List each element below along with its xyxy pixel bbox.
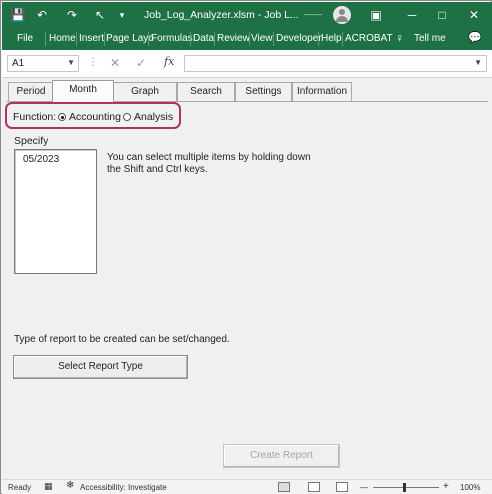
close-icon[interactable]: ✕ <box>466 7 482 23</box>
excel-window: 💾 ↶ ↷ ↖ ▾ Job_Log_Analyzer.xlsm - Job L.… <box>0 0 492 494</box>
accessibility-icon[interactable]: ❄ <box>66 480 74 491</box>
zoom-in-button[interactable]: + <box>443 481 449 492</box>
restore-icon[interactable]: □ <box>434 7 450 23</box>
tab-settings[interactable]: Settings <box>235 82 292 101</box>
zoom-out-button[interactable]: — <box>360 483 368 492</box>
accounting-label[interactable]: Accounting <box>69 111 121 123</box>
page-layout-view-icon[interactable] <box>308 482 320 492</box>
tab-separator <box>273 32 274 46</box>
tab-separator <box>148 32 149 46</box>
cancel-icon[interactable]: ✕ <box>110 56 120 70</box>
tab-search[interactable]: Search <box>177 82 235 101</box>
sheet-stats-icon[interactable]: ▦ <box>44 481 53 492</box>
page-break-view-icon[interactable] <box>336 482 348 492</box>
tab-review[interactable]: Review <box>217 33 250 44</box>
tab-separator <box>190 32 191 46</box>
report-type-description: Type of report to be created can be set/… <box>14 334 230 345</box>
accessibility-status[interactable]: Accessibility: Investigate <box>80 483 167 492</box>
title-bar: 💾 ↶ ↷ ↖ ▾ Job_Log_Analyzer.xlsm - Job L.… <box>2 2 492 28</box>
tab-information[interactable]: Information <box>292 82 352 101</box>
specify-label: Specify <box>14 135 49 147</box>
user-name: –––– <box>304 10 322 19</box>
zoom-slider-thumb[interactable] <box>403 483 406 492</box>
tab-period[interactable]: Period <box>8 82 54 101</box>
tab-insert[interactable]: Insert <box>79 33 104 44</box>
comments-icon[interactable]: 💬 <box>468 31 482 44</box>
enter-icon[interactable]: ✓ <box>136 56 146 70</box>
analysis-label[interactable]: Analysis <box>134 111 173 123</box>
zoom-level[interactable]: 100% <box>460 483 480 492</box>
tab-graph[interactable]: Graph <box>113 82 177 101</box>
undo-icon[interactable]: ↶ <box>34 7 50 23</box>
tab-page-layout[interactable]: Page Layo <box>106 33 154 44</box>
name-box[interactable]: A1 ▼ <box>7 55 79 72</box>
create-report-button[interactable]: Create Report <box>223 444 340 468</box>
tab-separator <box>342 32 343 46</box>
analysis-radio[interactable] <box>123 113 131 121</box>
formula-input[interactable]: ▼ <box>184 55 487 72</box>
tab-home[interactable]: Home <box>49 33 76 44</box>
list-item[interactable]: 05/2023 <box>23 154 59 165</box>
formula-bar: A1 ▼ ⋮ ✕ ✓ fx ▼ <box>2 50 492 78</box>
tab-separator <box>45 32 46 46</box>
ribbon-tabs: File Home Insert Page Layo Formulas Data… <box>2 28 492 50</box>
tab-separator <box>104 32 105 46</box>
function-label: Function: <box>13 111 57 123</box>
expand-formula-bar-icon[interactable]: ▼ <box>474 58 482 67</box>
minimize-icon[interactable]: ─ <box>404 7 420 23</box>
chevron-down-icon[interactable]: ▼ <box>67 58 75 67</box>
redo-icon[interactable]: ↷ <box>64 7 80 23</box>
zoom-slider[interactable] <box>373 487 439 488</box>
tab-separator <box>249 32 250 46</box>
tab-developer[interactable]: Developer <box>276 33 322 44</box>
tab-view[interactable]: View <box>251 33 273 44</box>
tab-help[interactable]: Help <box>321 33 342 44</box>
month-listbox[interactable]: 05/2023 <box>14 149 97 274</box>
status-ready: Ready <box>8 483 32 492</box>
tab-formulas[interactable]: Formulas <box>151 33 193 44</box>
save-icon[interactable]: 💾 <box>10 7 26 23</box>
tab-acrobat[interactable]: ACROBAT <box>345 33 393 44</box>
status-bar: Ready ▦ ❄ Accessibility: Investigate — +… <box>2 479 492 494</box>
formula-bar-grip-icon[interactable]: ⋮ <box>88 57 98 68</box>
pointer-icon[interactable]: ↖ <box>92 7 108 23</box>
tell-me-search[interactable]: Tell me <box>414 33 446 44</box>
name-box-value: A1 <box>12 58 25 69</box>
avatar[interactable] <box>333 6 351 24</box>
select-report-type-button[interactable]: Select Report Type <box>13 355 188 379</box>
tab-separator <box>76 32 77 46</box>
tab-separator <box>214 32 215 46</box>
insert-function-icon[interactable]: fx <box>164 55 174 68</box>
tab-data[interactable]: Data <box>193 33 214 44</box>
accounting-radio[interactable] <box>58 113 66 121</box>
window-title: Job_Log_Analyzer.xlsm - Job L... <box>144 9 299 21</box>
ribbon-display-icon[interactable]: ▣ <box>368 7 384 23</box>
user-form: Period Month Graph Search Settings Infor… <box>2 78 492 479</box>
tab-file[interactable]: File <box>17 33 33 44</box>
normal-view-icon[interactable] <box>278 482 290 492</box>
lightbulb-icon[interactable]: ♀ <box>395 31 404 45</box>
tab-month[interactable]: Month <box>52 80 114 102</box>
tab-separator <box>318 32 319 46</box>
selection-hint: You can select multiple items by holding… <box>107 152 311 175</box>
customize-qat-icon[interactable]: ▾ <box>114 7 130 23</box>
